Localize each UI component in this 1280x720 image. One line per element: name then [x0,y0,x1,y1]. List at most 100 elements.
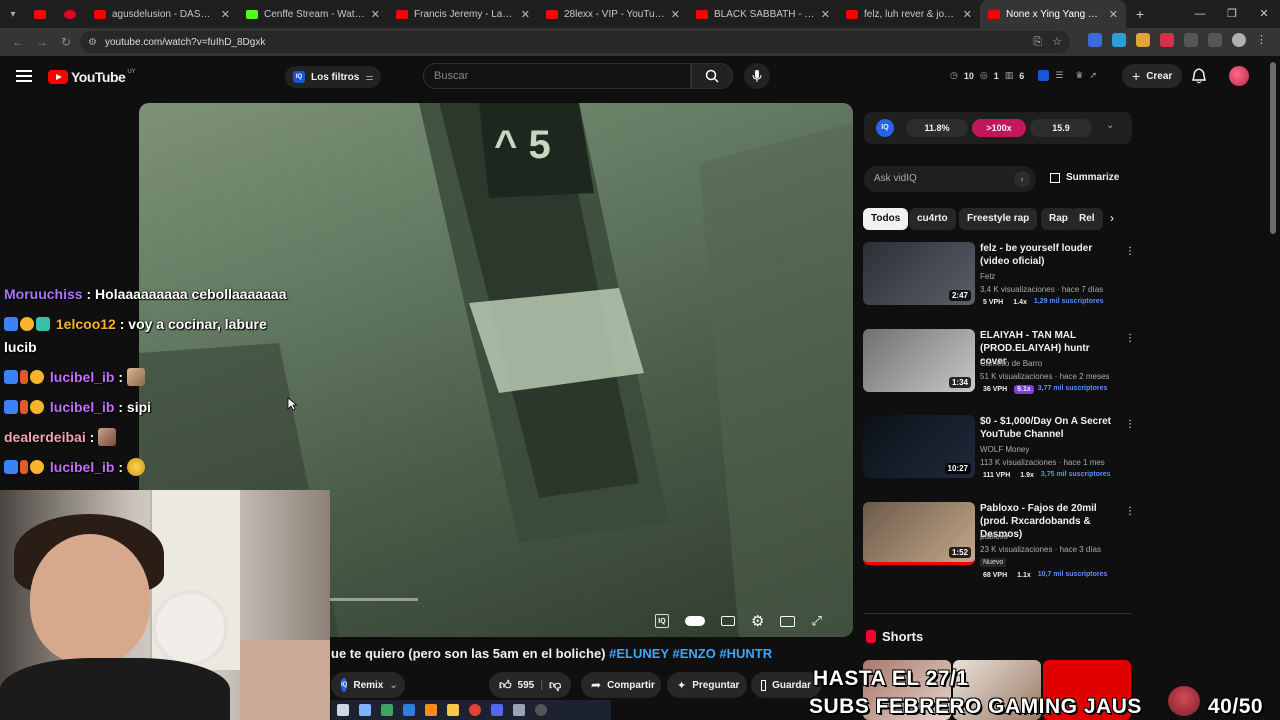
more-options-icon[interactable]: ⋮ [1125,419,1135,430]
chrome-icon[interactable] [469,704,481,716]
video-progress-bar[interactable] [330,598,418,601]
close-tab-icon[interactable]: ✕ [821,8,830,21]
browser-tab[interactable]: BLACK SABBATH - "Paranoid"... ✕ [688,0,838,28]
account-avatar[interactable] [1229,66,1249,86]
close-window-icon[interactable]: ✕ [1248,0,1280,28]
close-tab-icon[interactable]: ✕ [371,8,380,21]
pinned-tab-youtube[interactable] [26,0,56,28]
forward-icon[interactable]: → [30,35,54,49]
maximize-icon[interactable]: ❐ [1216,0,1248,28]
folder-icon[interactable] [447,704,459,716]
trophy-icon[interactable]: ♛ [1075,70,1083,81]
browser-tab[interactable]: felz, luh rever & josuforreal... ✕ [838,0,980,28]
theater-mode-icon[interactable] [780,615,796,627]
chip-related[interactable]: Rel [1071,208,1103,230]
search-button[interactable] [691,63,733,89]
taskbar-app-icon[interactable] [403,704,415,716]
taskbar-app-icon[interactable] [359,704,371,716]
settings-gear-icon[interactable]: ⚙ [751,612,764,630]
windows-start-icon[interactable] [337,704,349,716]
extension-3-icon[interactable] [1136,33,1150,47]
new-tab-button[interactable]: + [1126,6,1154,22]
taskbar-app-icon[interactable] [425,704,437,716]
vidiq-logo-icon[interactable] [1038,70,1050,81]
install-icon[interactable]: ⎘ [1033,31,1042,53]
rec-channel[interactable]: Camello de Barro [980,359,1042,368]
rec-title[interactable]: $0 - $1,000/Day On A Secret YouTube Chan… [980,415,1115,441]
share-button[interactable]: ➦ Compartir [581,672,661,698]
recommendation-card[interactable]: 1:52 Pabloxo - Fajos de 20mil (prod. Rxca… [863,502,1135,584]
close-tab-icon[interactable]: ✕ [671,8,680,21]
reload-icon[interactable]: ↻ [54,35,78,49]
more-options-icon[interactable]: ⋮ [1125,246,1135,257]
chevron-right-icon[interactable]: › [1014,171,1030,187]
chevron-down-icon[interactable]: ⌄ [1106,120,1114,131]
close-tab-icon[interactable]: ✕ [1109,8,1118,21]
chip-todos[interactable]: Todos [863,208,909,230]
close-tab-icon[interactable]: ✕ [521,8,530,21]
chip-freestyle-rap[interactable]: Freestyle rap [959,208,1038,230]
taskbar-app-icon[interactable] [381,704,393,716]
video-hashtags[interactable]: #ELUNEY #ENZO #HUNTR [609,646,772,661]
recommendation-card[interactable]: 1:34 ELAIYAH - TAN MAL (PROD.ELAIYAH) hun… [863,329,1135,411]
video-thumbnail[interactable]: 1:52 [863,502,975,565]
tab-search-icon[interactable]: ▾ [0,0,26,28]
recommendation-card[interactable]: 10:27 $0 - $1,000/Day On A Secret YouTube… [863,415,1135,497]
browser-menu-icon[interactable]: ⋮ [1256,33,1270,47]
subtitles-icon[interactable] [721,616,735,626]
notifications-button[interactable] [1192,68,1206,89]
site-info-icon[interactable]: ⚙ [88,37,97,48]
thumbs-down-icon[interactable]: 👎︎ [549,678,561,693]
voice-search-button[interactable] [744,63,770,89]
browser-tab[interactable]: Cenffe Stream - Watch Live on... ✕ [238,0,388,28]
remix-button[interactable]: IQ Remix ⌄ [331,672,405,698]
extensions-puzzle-icon[interactable] [1184,33,1198,47]
browser-tab[interactable]: None x Ying Yang x Esta... ✕ [980,0,1126,28]
guide-menu-icon[interactable] [16,70,32,82]
search-input[interactable]: Buscar [423,63,691,89]
summarize-button[interactable]: Summarize [1050,172,1119,183]
fullscreen-icon[interactable]: ⤢ [811,613,821,629]
vidiq-player-icon[interactable]: IQ [655,614,669,628]
rec-channel[interactable]: Felz [980,272,995,281]
rec-channel[interactable]: pabloxo [980,532,1008,541]
more-options-icon[interactable]: ⋮ [1125,333,1135,344]
video-thumbnail[interactable]: 1:34 [863,329,975,392]
bookmark-star-icon[interactable]: ☆ [1052,31,1062,53]
close-tab-icon[interactable]: ✕ [963,8,972,21]
rec-title[interactable]: felz - be yourself louder (video oficial… [980,242,1115,268]
recommendation-card[interactable]: 2:47 felz - be yourself louder (video ofi… [863,242,1135,324]
obs-icon[interactable] [535,704,547,716]
browser-tab[interactable]: agusdelusion - DASH - YouTube ✕ [86,0,238,28]
profile-avatar-icon[interactable] [1232,33,1246,47]
thumbs-up-icon[interactable]: 👍︎ [499,678,512,693]
chip-cu4rto[interactable]: cu4rto [909,208,956,230]
reading-list-icon[interactable] [1208,33,1222,47]
page-scrollbar[interactable] [1270,62,1276,234]
adblock-icon[interactable] [1160,33,1174,47]
taskbar-app-icon[interactable] [513,704,525,716]
minimize-icon[interactable]: — [1184,0,1216,28]
video-thumbnail[interactable]: 2:47 [863,242,975,305]
ask-vidiq-input[interactable]: Ask vidIQ › [864,166,1036,192]
vidiq-metrics-bar[interactable]: IQ 11.8% >100x 15.9 ⌄ [864,112,1132,144]
chevron-right-icon[interactable]: › [1110,211,1114,225]
browser-tab[interactable]: Francis Jeremy - Lazerdim (Pe... ✕ [388,0,538,28]
extension-2-icon[interactable] [1112,33,1126,47]
extension-1-icon[interactable] [1088,33,1102,47]
ask-button[interactable]: ✦ Preguntar [667,672,747,698]
pinned-tab-pinterest[interactable] [56,0,86,28]
list-icon[interactable]: ☰ [1055,70,1063,81]
more-options-icon[interactable]: ⋮ [1125,506,1135,517]
close-tab-icon[interactable]: ✕ [221,8,230,21]
back-icon[interactable]: ← [6,35,30,49]
address-bar[interactable]: ⚙ youtube.com/watch?v=fuIhD_8Dgxk ⎘ ☆ [80,31,1070,53]
video-thumbnail[interactable]: 10:27 [863,415,975,478]
create-button[interactable]: + Crear [1122,64,1183,88]
filters-button[interactable]: IQ Los filtros ⚌ [285,66,382,88]
browser-tab[interactable]: 28lexx - VIP - YouTube ✕ [538,0,688,28]
youtube-logo[interactable]: YouTube UY [48,69,136,85]
rec-channel[interactable]: WOLF Money [980,445,1029,454]
autoplay-toggle[interactable] [685,616,705,626]
rocket-icon[interactable]: ➚ [1089,70,1097,81]
